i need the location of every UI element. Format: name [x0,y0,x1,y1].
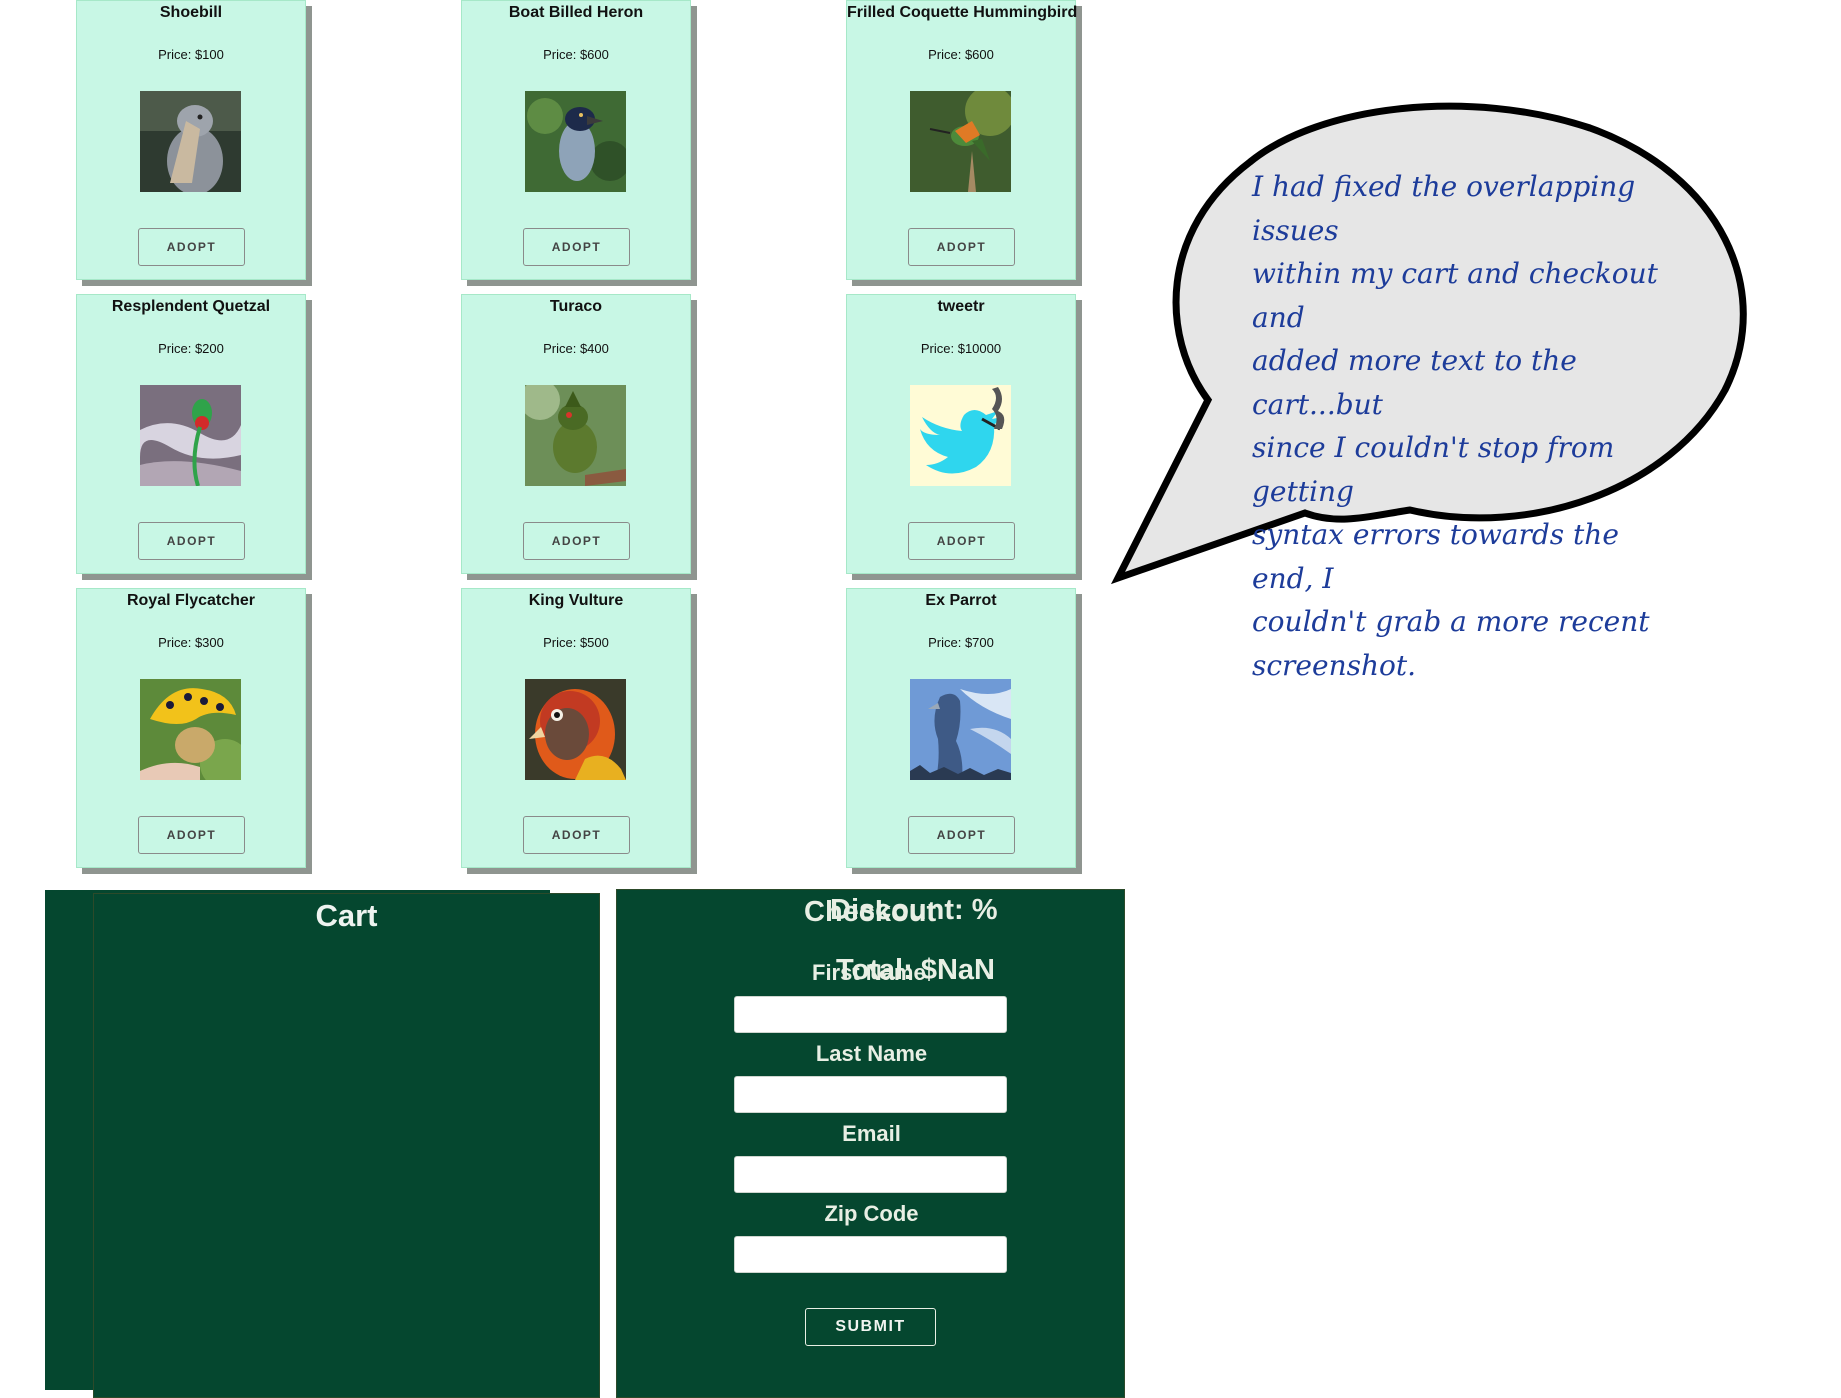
product-card-frilled-coquette-hummingbird: Frilled Coquette Hummingbird Price: $600… [846,0,1078,280]
adopt-button[interactable]: ADOPT [523,522,630,560]
zip-code-input[interactable] [734,1236,1007,1273]
last-name-input[interactable] [734,1076,1007,1113]
speech-line: syntax errors towards the end, I [1252,518,1619,595]
checkout-panel: Checkout Discount: % First Name Total: $… [616,889,1125,1398]
product-card-royal-flycatcher: Royal Flycatcher Price: $300 ADOPT [76,588,306,868]
speech-line: added more text to the cart...but [1252,344,1577,421]
speech-line: since I couldn't stop from getting [1252,431,1615,508]
product-price: Price: $10000 [920,341,1002,356]
cart-title: Cart [315,898,378,933]
product-price: Price: $300 [158,635,224,650]
adopt-button[interactable]: ADOPT [908,522,1015,560]
product-card-shoebill: Shoebill Price: $100 ADOPT [76,0,306,280]
product-name: Boat Billed Heron [508,4,644,21]
product-name: Shoebill [159,4,223,21]
submit-button[interactable]: SUBMIT [805,1308,936,1346]
first-name-input[interactable] [734,996,1007,1033]
speech-line: couldn't grab a more recent [1252,605,1650,638]
resplendent-quetzal-photo [140,385,241,486]
product-price: Price: $600 [928,47,994,62]
adopt-button[interactable]: ADOPT [908,228,1015,266]
frilled-coquette-photo [910,91,1011,192]
adopt-button[interactable]: ADOPT [138,228,245,266]
product-name: Royal Flycatcher [126,592,256,609]
product-card-tweetr: tweetr Price: $10000 ADOPT [846,294,1076,574]
product-price: Price: $100 [158,47,224,62]
product-price: Price: $700 [928,635,994,650]
product-card-resplendent-quetzal: Resplendent Quetzal Price: $200 ADOPT [76,294,306,574]
product-price: Price: $500 [543,635,609,650]
zip-code-label: Zip Code [824,1201,919,1226]
speech-bubble-text: I had fixed the overlapping issues withi… [1252,165,1682,687]
product-name: tweetr [937,298,985,315]
product-card-boat-billed-heron: Boat Billed Heron Price: $600 ADOPT [461,0,691,280]
product-card-king-vulture: King Vulture Price: $500 ADOPT [461,588,691,868]
ex-parrot-photo [910,679,1011,780]
cart-panel: Cart [93,893,600,1398]
product-name: Turaco [549,298,603,315]
email-input[interactable] [734,1156,1007,1193]
product-price: Price: $200 [158,341,224,356]
adopt-button[interactable]: ADOPT [523,228,630,266]
product-price: Price: $600 [543,47,609,62]
tweetr-photo [910,385,1011,486]
adopt-button[interactable]: ADOPT [523,816,630,854]
last-name-label: Last Name [815,1041,928,1066]
king-vulture-photo [525,679,626,780]
adopt-button[interactable]: ADOPT [138,816,245,854]
product-card-turaco: Turaco Price: $400 ADOPT [461,294,691,574]
shoebill-photo [140,91,241,192]
turaco-photo [525,385,626,486]
product-name: Frilled Coquette Hummingbird [847,4,1078,21]
product-name: King Vulture [528,592,624,609]
product-card-ex-parrot: Ex Parrot Price: $700 ADOPT [846,588,1076,868]
product-name: Resplendent Quetzal [111,298,271,315]
speech-line: I had fixed the overlapping issues [1252,170,1636,247]
boat-billed-heron-photo [525,91,626,192]
product-price: Price: $400 [543,341,609,356]
total-label: Total: $NaN [836,954,995,986]
email-label: Email [842,1121,901,1146]
speech-line: screenshot. [1252,648,1417,682]
royal-flycatcher-photo [140,679,241,780]
adopt-button[interactable]: ADOPT [908,816,1015,854]
speech-line: within my cart and checkout and [1252,257,1658,334]
discount-label: Discount: % [830,894,998,926]
adopt-button[interactable]: ADOPT [138,522,245,560]
product-name: Ex Parrot [925,592,997,609]
